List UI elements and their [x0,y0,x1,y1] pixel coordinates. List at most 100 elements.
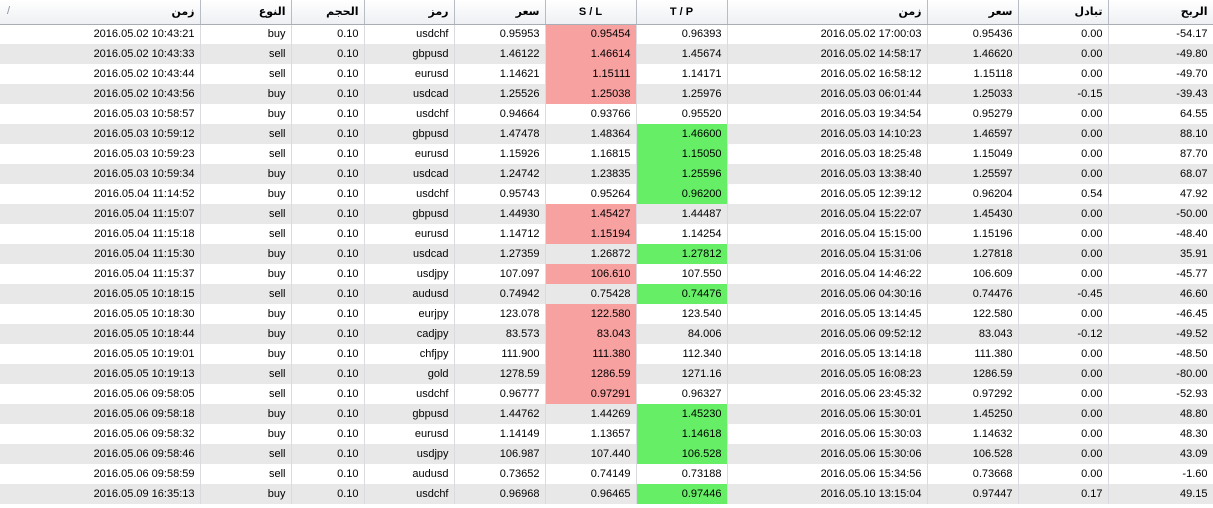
column-header-type[interactable]: النوع [200,0,292,25]
cell-sl: 0.95264 [545,184,637,204]
cell-close-time: 2016.05.06 09:52:12 [727,324,928,344]
cell-symbol: gbpusd [364,204,455,224]
cell-close-time: 2016.05.05 13:14:18 [727,344,928,364]
cell-open-price: 1.24742 [454,164,546,184]
cell-symbol: eurusd [364,424,455,444]
cell-type: sell [200,224,292,244]
cell-tp: 107.550 [636,264,728,284]
cell-close-time: 2016.05.05 12:39:12 [727,184,928,204]
cell-open-time: 2016.05.02 10:43:21 [0,24,201,44]
table-row[interactable]: 2016.05.06 09:58:05 sell 0.10 usdchf 0.96777… [0,384,1213,404]
cell-tp: 84.006 [636,324,728,344]
column-header-open-time[interactable]: / زمن [0,0,201,25]
cell-sl: 106.610 [545,264,637,284]
cell-open-price: 0.74942 [454,284,546,304]
cell-type: buy [200,84,292,104]
cell-volume: 0.10 [291,144,365,164]
cell-profit: -52.93 [1108,384,1213,404]
cell-close-price: 1286.59 [927,364,1019,384]
cell-close-time: 2016.05.06 15:30:06 [727,444,928,464]
cell-volume: 0.10 [291,84,365,104]
column-header-tp[interactable]: T / P [636,0,728,25]
table-row[interactable]: 2016.05.05 10:18:44 buy 0.10 cadjpy 83.573 83… [0,324,1213,344]
cell-open-price: 0.73652 [454,464,546,484]
table-row[interactable]: 2016.05.05 10:18:15 sell 0.10 audusd 0.74942… [0,284,1213,304]
cell-type: sell [200,364,292,384]
cell-symbol: eurusd [364,64,455,84]
cell-symbol: eurusd [364,224,455,244]
cell-open-time: 2016.05.06 09:58:05 [0,384,201,404]
table-row[interactable]: 2016.05.03 10:59:23 sell 0.10 eurusd 1.15926… [0,144,1213,164]
column-header-close-price[interactable]: سعر [927,0,1019,25]
cell-type: sell [200,144,292,164]
table-row[interactable]: 2016.05.06 09:58:18 buy 0.10 gbpusd 1.44762 1… [0,404,1213,424]
table-row[interactable]: 2016.05.04 11:15:07 sell 0.10 gbpusd 1.44930… [0,204,1213,224]
cell-symbol: audusd [364,284,455,304]
table-row[interactable]: 2016.05.04 11:14:52 buy 0.10 usdchf 0.95743 0… [0,184,1213,204]
cell-type: buy [200,404,292,424]
table-row[interactable]: 2016.05.02 10:43:44 sell 0.10 eurusd 1.14621… [0,64,1213,84]
table-row[interactable]: 2016.05.02 10:43:21 buy 0.10 usdchf 0.95953 0… [0,24,1213,44]
cell-tp: 123.540 [636,304,728,324]
column-header-symbol[interactable]: رمز [364,0,455,25]
cell-close-price: 1.15118 [927,64,1019,84]
table-row[interactable]: 2016.05.04 11:15:30 buy 0.10 usdcad 1.27359 1… [0,244,1213,264]
table-row[interactable]: 2016.05.02 10:43:33 sell 0.10 gbpusd 1.46122… [0,44,1213,64]
table-row[interactable]: 2016.05.02 10:43:56 buy 0.10 usdcad 1.25526 1… [0,84,1213,104]
cell-open-time: 2016.05.05 10:18:30 [0,304,201,324]
cell-sl: 107.440 [545,444,637,464]
cell-tp: 106.528 [636,444,728,464]
table-row[interactable]: 2016.05.03 10:59:34 buy 0.10 usdcad 1.24742 1… [0,164,1213,184]
cell-profit: 47.92 [1108,184,1213,204]
column-header-open-price[interactable]: سعر [454,0,546,25]
table-row[interactable]: 2016.05.05 10:19:13 sell 0.10 gold 1278.59 12… [0,364,1213,384]
cell-open-time: 2016.05.06 09:58:32 [0,424,201,444]
cell-type: sell [200,284,292,304]
table-row[interactable]: 2016.05.03 10:58:57 buy 0.10 usdchf 0.94664 0… [0,104,1213,124]
column-header-sl[interactable]: S / L [545,0,637,25]
table-row[interactable]: 2016.05.04 11:15:37 buy 0.10 usdjpy 107.097 1… [0,264,1213,284]
table-row[interactable]: 2016.05.06 09:58:32 buy 0.10 eurusd 1.14149 1… [0,424,1213,444]
cell-profit: -45.77 [1108,264,1213,284]
table-row[interactable]: 2016.05.04 11:15:18 sell 0.10 eurusd 1.14712… [0,224,1213,244]
cell-open-price: 107.097 [454,264,546,284]
cell-close-time: 2016.05.03 18:25:48 [727,144,928,164]
cell-profit: -39.43 [1108,84,1213,104]
table-row[interactable]: 2016.05.06 09:58:59 sell 0.10 audusd 0.73652… [0,464,1213,484]
table-row[interactable]: 2016.05.06 09:58:46 sell 0.10 usdjpy 106.987… [0,444,1213,464]
cell-swap: 0.00 [1018,24,1109,44]
cell-close-time: 2016.05.06 04:30:16 [727,284,928,304]
column-header-swap[interactable]: تبادل [1018,0,1109,25]
cell-volume: 0.10 [291,244,365,264]
column-header-profit[interactable]: الربح [1108,0,1213,25]
cell-close-price: 83.043 [927,324,1019,344]
cell-close-price: 0.96204 [927,184,1019,204]
cell-symbol: eurjpy [364,304,455,324]
cell-tp: 1.25976 [636,84,728,104]
table-row[interactable]: 2016.05.09 16:35:13 buy 0.10 usdchf 0.96968 0… [0,484,1213,504]
cell-open-time: 2016.05.05 10:19:13 [0,364,201,384]
cell-open-price: 1.14621 [454,64,546,84]
cell-close-time: 2016.05.06 23:45:32 [727,384,928,404]
cell-open-price: 0.96777 [454,384,546,404]
cell-open-price: 0.95953 [454,24,546,44]
cell-volume: 0.10 [291,64,365,84]
cell-symbol: gbpusd [364,124,455,144]
table-row[interactable]: 2016.05.03 10:59:12 sell 0.10 gbpusd 1.47478… [0,124,1213,144]
cell-tp: 0.73188 [636,464,728,484]
cell-volume: 0.10 [291,164,365,184]
column-header-close-time[interactable]: زمن [727,0,928,25]
cell-open-price: 1.44930 [454,204,546,224]
cell-tp: 1.14171 [636,64,728,84]
column-header-volume[interactable]: الحجم [291,0,365,25]
cell-profit: 87.70 [1108,144,1213,164]
cell-swap: 0.54 [1018,184,1109,204]
cell-sl: 122.580 [545,304,637,324]
cell-symbol: usdcad [364,244,455,264]
cell-symbol: chfjpy [364,344,455,364]
cell-close-time: 2016.05.06 15:30:01 [727,404,928,424]
table-row[interactable]: 2016.05.05 10:18:30 buy 0.10 eurjpy 123.078 1… [0,304,1213,324]
table-row[interactable]: 2016.05.05 10:19:01 buy 0.10 chfjpy 111.900 1… [0,344,1213,364]
cell-type: buy [200,24,292,44]
cell-close-price: 1.14632 [927,424,1019,444]
